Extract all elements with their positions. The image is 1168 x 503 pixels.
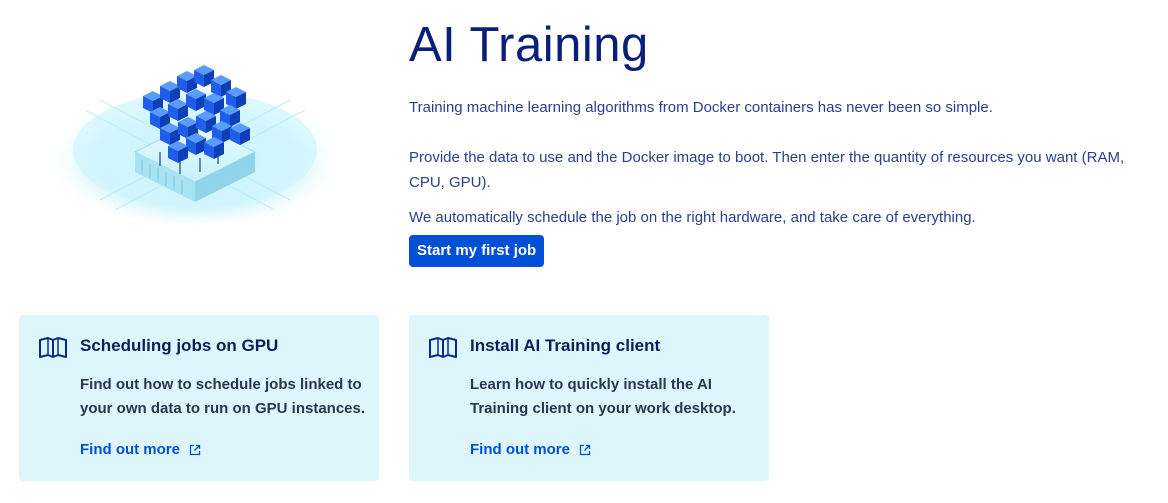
external-link-icon bbox=[579, 444, 591, 456]
card-description: Find out how to schedule jobs linked to … bbox=[80, 376, 366, 417]
book-open-icon bbox=[429, 337, 457, 358]
page-title: AI Training bbox=[409, 18, 649, 72]
link-label: Find out more bbox=[470, 441, 570, 458]
card-scheduling-jobs: Scheduling jobs on GPU Find out how to s… bbox=[19, 315, 379, 481]
card-description: Learn how to quickly install the AI Trai… bbox=[470, 376, 736, 417]
hero-section: AI Training Training machine learning al… bbox=[409, 14, 1149, 267]
card-title: Install AI Training client bbox=[470, 336, 661, 355]
hero-paragraph-2: Provide the data to use and the Docker i… bbox=[409, 149, 1125, 191]
find-out-more-link[interactable]: Find out more bbox=[470, 439, 591, 461]
external-link-icon bbox=[189, 444, 201, 456]
link-label: Find out more bbox=[80, 441, 180, 458]
hero-paragraph-3: We automatically schedule the job on the… bbox=[409, 209, 976, 226]
book-open-icon bbox=[39, 337, 67, 358]
card-install-client: Install AI Training client Learn how to … bbox=[409, 315, 769, 481]
hero-paragraph-1: Training machine learning algorithms fro… bbox=[409, 99, 993, 116]
find-out-more-link[interactable]: Find out more bbox=[80, 439, 201, 461]
start-first-job-button[interactable]: Start my first job bbox=[409, 235, 545, 267]
ai-training-illustration bbox=[45, 65, 345, 225]
page: AI Training Training machine learning al… bbox=[0, 0, 1168, 503]
card-title: Scheduling jobs on GPU bbox=[80, 336, 279, 355]
